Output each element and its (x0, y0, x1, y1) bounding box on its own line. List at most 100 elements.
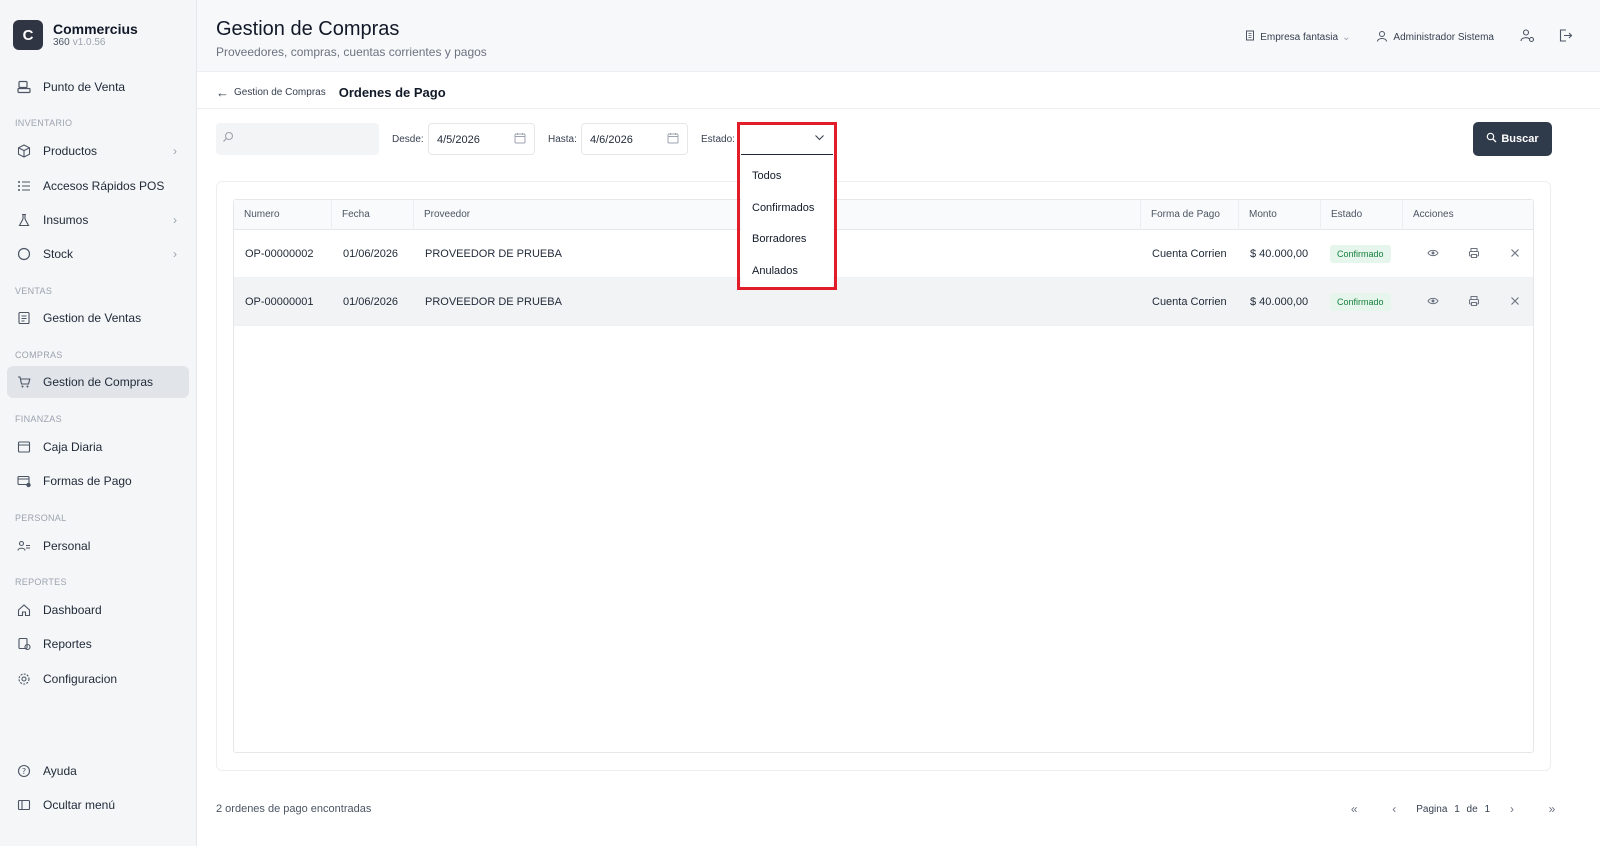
print-icon[interactable] (1468, 295, 1480, 310)
estado-option-borradores[interactable]: Borradores (752, 233, 806, 245)
cash-box-icon (17, 440, 31, 454)
search-icon (222, 131, 234, 146)
cell-numero: OP-00000002 (245, 248, 314, 260)
company-name: Empresa fantasia (1260, 31, 1339, 43)
page-indicator: Pagina 1 de 1 (1414, 804, 1492, 815)
sidebar-toggle-icon (17, 798, 31, 812)
user-settings-button[interactable] (1518, 28, 1536, 46)
cart-icon (17, 375, 31, 389)
sidebar-item-reportes[interactable]: Reportes (7, 628, 189, 660)
sidebar-item-configuracion[interactable]: Configuracion (7, 663, 189, 695)
calendar-icon[interactable] (514, 132, 526, 147)
column-header-fecha[interactable]: Fecha (332, 200, 414, 230)
list-icon (17, 179, 31, 193)
desde-date-value: 4/5/2026 (437, 134, 480, 146)
last-page-icon[interactable]: » (1542, 802, 1562, 816)
divider (197, 108, 1600, 109)
page-total: 1 (1484, 803, 1490, 815)
table-header: Numero Fecha Proveedor Forma de Pago Mon… (234, 200, 1533, 230)
sidebar-item-label: Configuracion (43, 672, 118, 686)
sidebar-item-formas-pago[interactable]: Formas de Pago (7, 465, 189, 497)
gear-icon (17, 672, 31, 686)
help-icon: ? (17, 764, 31, 778)
estado-label: Estado: (701, 134, 735, 145)
section-ventas: VENTAS (15, 286, 53, 296)
print-icon[interactable] (1468, 247, 1480, 262)
page-current: 1 (1454, 803, 1460, 815)
cell-fecha: 01/06/2026 (343, 248, 399, 260)
table-row[interactable]: OP-00000001 01/06/2026 PROVEEDOR DE PRUE… (234, 278, 1533, 326)
sidebar-item-accesos-rapidos[interactable]: Accesos Rápidos POS (7, 170, 189, 202)
table-row[interactable]: OP-00000002 01/06/2026 PROVEEDOR DE PRUE… (234, 230, 1533, 278)
company-selector[interactable]: Empresa fantasia ⌄ (1245, 30, 1350, 44)
users-icon (17, 539, 31, 553)
section-reportes: REPORTES (15, 577, 67, 587)
desde-date-field[interactable]: 4/5/2026 (428, 123, 535, 155)
calendar-icon[interactable] (667, 132, 679, 147)
home-icon (17, 603, 31, 617)
view-icon[interactable] (1427, 295, 1439, 310)
sidebar-item-insumos[interactable]: Insumos › (7, 204, 189, 236)
breadcrumb-back-link[interactable]: ← Gestion de Compras (216, 85, 326, 100)
search-button[interactable]: Buscar (1473, 122, 1552, 156)
next-page-icon[interactable]: › (1502, 802, 1522, 816)
section-personal: PERSONAL (15, 513, 67, 523)
sidebar-item-label: Accesos Rápidos POS (43, 179, 165, 193)
hasta-date-field[interactable]: 4/6/2026 (581, 123, 688, 155)
view-icon[interactable] (1427, 247, 1439, 262)
receipt-icon (17, 311, 31, 325)
sidebar-item-stock[interactable]: Stock › (7, 238, 189, 270)
previous-page-icon[interactable]: ‹ (1384, 802, 1404, 816)
column-header-numero[interactable]: Numero (234, 200, 332, 230)
hasta-date-value: 4/6/2026 (590, 134, 633, 146)
sidebar-item-punto-de-venta[interactable]: Punto de Venta (7, 71, 189, 103)
logout-icon (1558, 28, 1573, 46)
search-input[interactable] (240, 129, 370, 149)
user-menu[interactable]: Administrador Sistema (1376, 30, 1494, 45)
sidebar-item-caja-diaria[interactable]: Caja Diaria (7, 431, 189, 463)
cell-monto: $ 40.000,00 (1250, 248, 1309, 260)
report-icon (17, 637, 31, 651)
results-count: 2 ordenes de pago encontradas (216, 803, 372, 815)
sidebar-item-label: Ocultar menú (43, 798, 116, 812)
column-header-estado[interactable]: Estado (1321, 200, 1403, 230)
first-page-icon[interactable]: « (1344, 802, 1364, 816)
search-icon (1486, 132, 1497, 146)
sidebar-item-ocultar-menu[interactable]: Ocultar menú (7, 789, 189, 821)
sidebar-item-label: Stock (43, 247, 74, 261)
hasta-label: Hasta: (548, 134, 577, 145)
sidebar-item-dashboard[interactable]: Dashboard (7, 594, 189, 626)
column-header-forma-pago[interactable]: Forma de Pago (1141, 200, 1239, 230)
sidebar-item-gestion-compras[interactable]: Gestion de Compras (7, 366, 189, 398)
chevron-right-icon: › (173, 247, 177, 261)
estado-option-anulados[interactable]: Anulados (752, 265, 798, 277)
flask-icon (17, 213, 31, 227)
estado-dropdown-menu: Todos Confirmados Borradores Anulados (741, 158, 833, 287)
cell-fecha: 01/06/2026 (343, 296, 399, 308)
page-title: Gestion de Compras (216, 18, 400, 40)
breadcrumb-parent: Gestion de Compras (234, 86, 326, 98)
page-subtitle: Proveedores, compras, cuentas corrientes… (216, 45, 487, 59)
chevron-down-icon: ⌄ (1342, 31, 1351, 43)
cell-proveedor: PROVEEDOR DE PRUEBA (425, 296, 562, 308)
credit-card-icon (17, 474, 31, 488)
brand-logo: C (13, 20, 43, 50)
estado-option-confirmados[interactable]: Confirmados (752, 202, 814, 214)
desde-label: Desde: (392, 134, 424, 145)
column-header-monto[interactable]: Monto (1239, 200, 1321, 230)
sidebar-item-ayuda[interactable]: ? Ayuda (7, 755, 189, 787)
close-icon[interactable] (1509, 295, 1521, 310)
cell-numero: OP-00000001 (245, 296, 314, 308)
sidebar-item-label: Caja Diaria (43, 440, 103, 454)
sidebar-item-productos[interactable]: Productos › (7, 135, 189, 167)
estado-option-todos[interactable]: Todos (752, 170, 781, 182)
sidebar-item-gestion-ventas[interactable]: Gestion de Ventas (7, 302, 189, 334)
brand[interactable]: C Commercius 360 v1.0.56 (13, 20, 138, 50)
chevron-down-icon (814, 132, 825, 146)
search-field[interactable] (216, 123, 379, 155)
sidebar-item-personal[interactable]: Personal (7, 530, 189, 562)
close-icon[interactable] (1509, 247, 1521, 262)
search-button-label: Buscar (1501, 133, 1539, 145)
estado-select[interactable] (741, 125, 833, 155)
logout-button[interactable] (1556, 28, 1574, 46)
